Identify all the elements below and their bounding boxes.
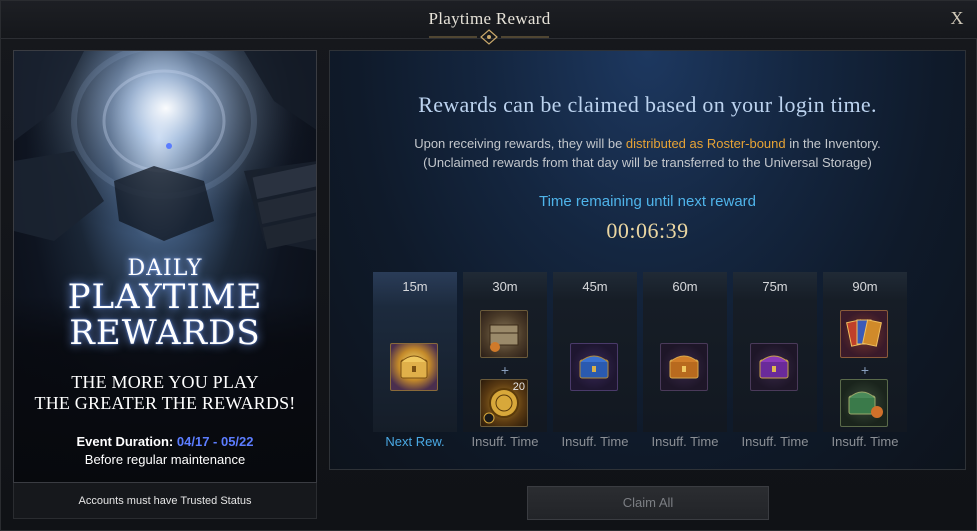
reward-slot-time: 45m <box>582 279 608 294</box>
roster-note-highlight: distributed as Roster-bound <box>625 136 786 151</box>
banner-tagline-2: THE GREATER THE REWARDS! <box>34 393 296 413</box>
banner-playtime-text: PLAYTIME <box>67 277 263 317</box>
purple-chest-icon[interactable] <box>750 343 798 391</box>
card-pack-icon[interactable] <box>840 310 888 358</box>
universal-storage-note: (Unclaimed rewards from that day will be… <box>423 155 872 170</box>
banner-rewards-text: REWARDS <box>69 313 261 353</box>
plus-sign: + <box>860 362 870 378</box>
green-chest-icon[interactable] <box>840 379 888 427</box>
timer-label: Time remaining until next reward <box>538 193 757 210</box>
reward-slot-status: Insuff. Time <box>471 434 539 449</box>
roster-note-post: in the Inventory. <box>785 136 881 151</box>
event-duration-dates: 04/17 - 05/22 <box>176 434 254 449</box>
reward-slot-time: 15m <box>402 279 428 294</box>
plus-sign: + <box>500 362 510 378</box>
event-maintenance-note: Before regular maintenance <box>84 452 246 467</box>
claim-all-button[interactable]: Claim All <box>527 486 769 520</box>
reward-slot-time: 90m <box>852 279 878 294</box>
close-button[interactable]: X <box>948 9 966 27</box>
reward-slot-15m[interactable]: 15m Next Rew. <box>373 272 457 461</box>
reward-slot-time: 75m <box>762 279 788 294</box>
countdown-timer: 00:06:39 <box>606 218 689 243</box>
roster-note-pre: Upon receiving rewards, they will be <box>414 136 626 151</box>
event-banner: DAILY PLAYTIME REWARDS THE MORE YOU PLAY… <box>13 50 317 483</box>
reward-slot-30m[interactable]: 30m + 20 Insuff. Time <box>463 272 547 461</box>
medal-icon[interactable]: 20 <box>480 379 528 427</box>
reward-slot-status: Insuff. Time <box>831 434 899 449</box>
event-duration: Event Duration: 04/17 - 05/22 <box>14 434 316 449</box>
trusted-status-note: Accounts must have Trusted Status <box>13 483 317 519</box>
item-quantity: 20 <box>512 381 525 393</box>
event-duration-label: Event Duration: <box>76 434 174 449</box>
window-title: Playtime Reward <box>428 9 551 28</box>
gold-chest-icon[interactable] <box>390 343 438 391</box>
panel-headline: Rewards can be claimed based on your log… <box>418 92 877 117</box>
playtime-reward-window: Playtime Reward X DAILY PLAYTIME REWARDS… <box>0 0 977 531</box>
reward-panel: Rewards can be claimed based on your log… <box>329 50 966 470</box>
orange-chest-icon[interactable] <box>660 343 708 391</box>
supply-box-icon[interactable] <box>480 310 528 358</box>
reward-slot-time: 60m <box>672 279 698 294</box>
roster-bound-note: Upon receiving rewards, they will be dis… <box>330 136 965 151</box>
blue-chest-icon[interactable] <box>570 343 618 391</box>
title-ornament-icon <box>429 29 549 45</box>
reward-slot-status: Insuff. Time <box>561 434 629 449</box>
banner-tagline-1: THE MORE YOU PLAY <box>71 372 259 392</box>
reward-slot-status: Insuff. Time <box>741 434 809 449</box>
reward-columns: 15m Next Rew. 30m + 20 Insuff. Time 45m … <box>373 272 910 461</box>
reward-slot-60m[interactable]: 60m Insuff. Time <box>643 272 727 461</box>
title-bar: Playtime Reward X <box>1 1 977 45</box>
reward-slot-45m[interactable]: 45m Insuff. Time <box>553 272 637 461</box>
reward-slot-status: Insuff. Time <box>651 434 719 449</box>
reward-slot-time: 30m <box>492 279 518 294</box>
reward-slot-75m[interactable]: 75m Insuff. Time <box>733 272 817 461</box>
reward-slot-90m[interactable]: 90m + Insuff. Time <box>823 272 907 461</box>
reward-slot-status: Next Rew. <box>385 434 445 449</box>
